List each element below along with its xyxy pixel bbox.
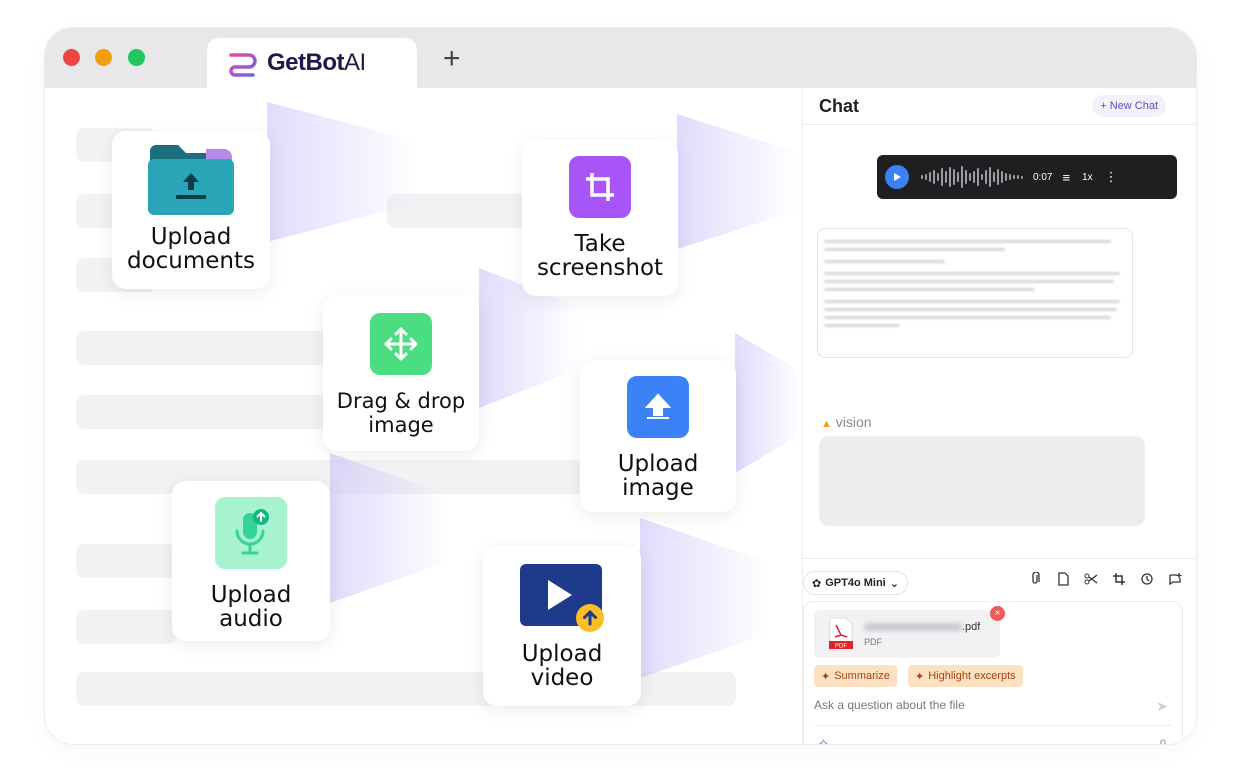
feature-label: Take screenshot [536,231,664,281]
close-window-button[interactable] [63,49,80,66]
history-icon[interactable] [1140,572,1154,586]
feature-showcase: Upload documents Take screenshot Drag & dr… [45,88,802,744]
character-count: 0 [1159,738,1166,744]
composer: PDF .pdf PDF × ✦ Summarize ✦ Highlight exc… [803,601,1183,744]
file-name: .pdf [864,621,980,633]
pdf-icon: PDF [829,617,853,651]
svg-text:PDF: PDF [835,644,847,650]
assistant-message [817,228,1133,358]
new-chat-button[interactable]: + New Chat [1092,95,1166,117]
video-upload-icon [520,564,604,632]
highlight-excerpts-button[interactable]: ✦ Highlight excerpts [908,665,1023,687]
play-button[interactable] [885,165,909,189]
sparkle-icon: ✦ [915,670,925,683]
attach-icon[interactable] [1028,572,1042,586]
pdf-file-icon[interactable] [1056,572,1070,586]
send-icon[interactable]: ➤ [1156,698,1168,715]
browser-window: GetBotAI + Upload documents Take screens… [45,28,1196,744]
image-icon: ▲ [821,418,832,430]
folder-upload-icon [148,145,234,215]
upload-audio-card[interactable]: Upload audio [172,481,330,641]
feature-beam [640,518,770,678]
composer-toolbar [1028,572,1182,586]
ghost-row [76,331,336,365]
playback-speed[interactable]: 1x [1082,172,1093,183]
transcript-icon[interactable]: ≡ [1062,170,1070,185]
new-chat-icon[interactable] [1168,572,1182,586]
play-icon [894,173,901,181]
divider [814,725,1172,726]
magic-wand-icon[interactable]: ✧ [818,736,829,744]
feature-label: Upload documents [126,224,256,274]
audio-message: 0:07 ≡ 1x ⋮ [877,155,1177,199]
new-tab-button[interactable]: + [443,42,461,76]
chat-panel: Chat + New Chat 0:07 ≡ 1x ⋮ ▲ vision ✿ G… [802,88,1196,744]
more-options-icon[interactable]: ⋮ [1105,169,1118,185]
model-name: GPT4o Mini [825,577,886,589]
upload-documents-card[interactable]: Upload documents [112,131,270,289]
file-type: PDF [864,637,882,647]
upload-video-card[interactable]: Upload video [483,546,641,706]
ghost-row [76,395,336,429]
sparkle-icon: ✦ [821,670,831,683]
getbot-logo-icon [229,53,257,77]
remove-file-button[interactable]: × [990,606,1005,621]
upload-image-card[interactable]: Upload image [580,360,736,512]
openai-icon: ✿ [812,577,822,590]
tab-title: GetBotAI [267,49,366,76]
attached-file[interactable]: PDF .pdf PDF [814,610,1000,658]
divider [803,558,1196,559]
feature-label: Upload image [617,451,699,501]
crop-icon[interactable] [1112,572,1126,586]
vision-label: ▲ vision [821,414,872,430]
summarize-button[interactable]: ✦ Summarize [814,665,897,687]
chevron-down-icon: ⌄ [889,577,899,590]
move-arrows-icon [370,313,432,375]
browser-tab[interactable]: GetBotAI [207,38,417,88]
take-screenshot-card[interactable]: Take screenshot [522,140,678,296]
chat-title: Chat [819,96,859,116]
vision-message [819,436,1145,526]
ghost-row [76,544,176,578]
model-selector[interactable]: ✿ GPT4o Mini ⌄ [803,571,908,595]
minimize-window-button[interactable] [95,49,112,66]
microphone-upload-icon [215,497,287,569]
question-input[interactable]: Ask a question about the file [814,698,965,712]
feature-beam [735,333,802,473]
feature-beam [677,114,797,249]
drag-drop-image-card[interactable]: Drag & drop image [323,295,479,451]
feature-label: Upload audio [210,582,292,632]
ghost-row [76,610,176,644]
audio-waveform[interactable] [921,165,1023,189]
feature-label: Drag & drop image [336,389,466,437]
crop-icon [569,156,631,218]
scissors-icon[interactable] [1084,572,1098,586]
upload-arrow-icon [627,376,689,438]
title-bar: GetBotAI + [45,28,1196,88]
audio-time: 0:07 [1033,171,1053,183]
feature-label: Upload video [521,641,603,691]
divider [803,124,1196,125]
maximize-window-button[interactable] [128,49,145,66]
